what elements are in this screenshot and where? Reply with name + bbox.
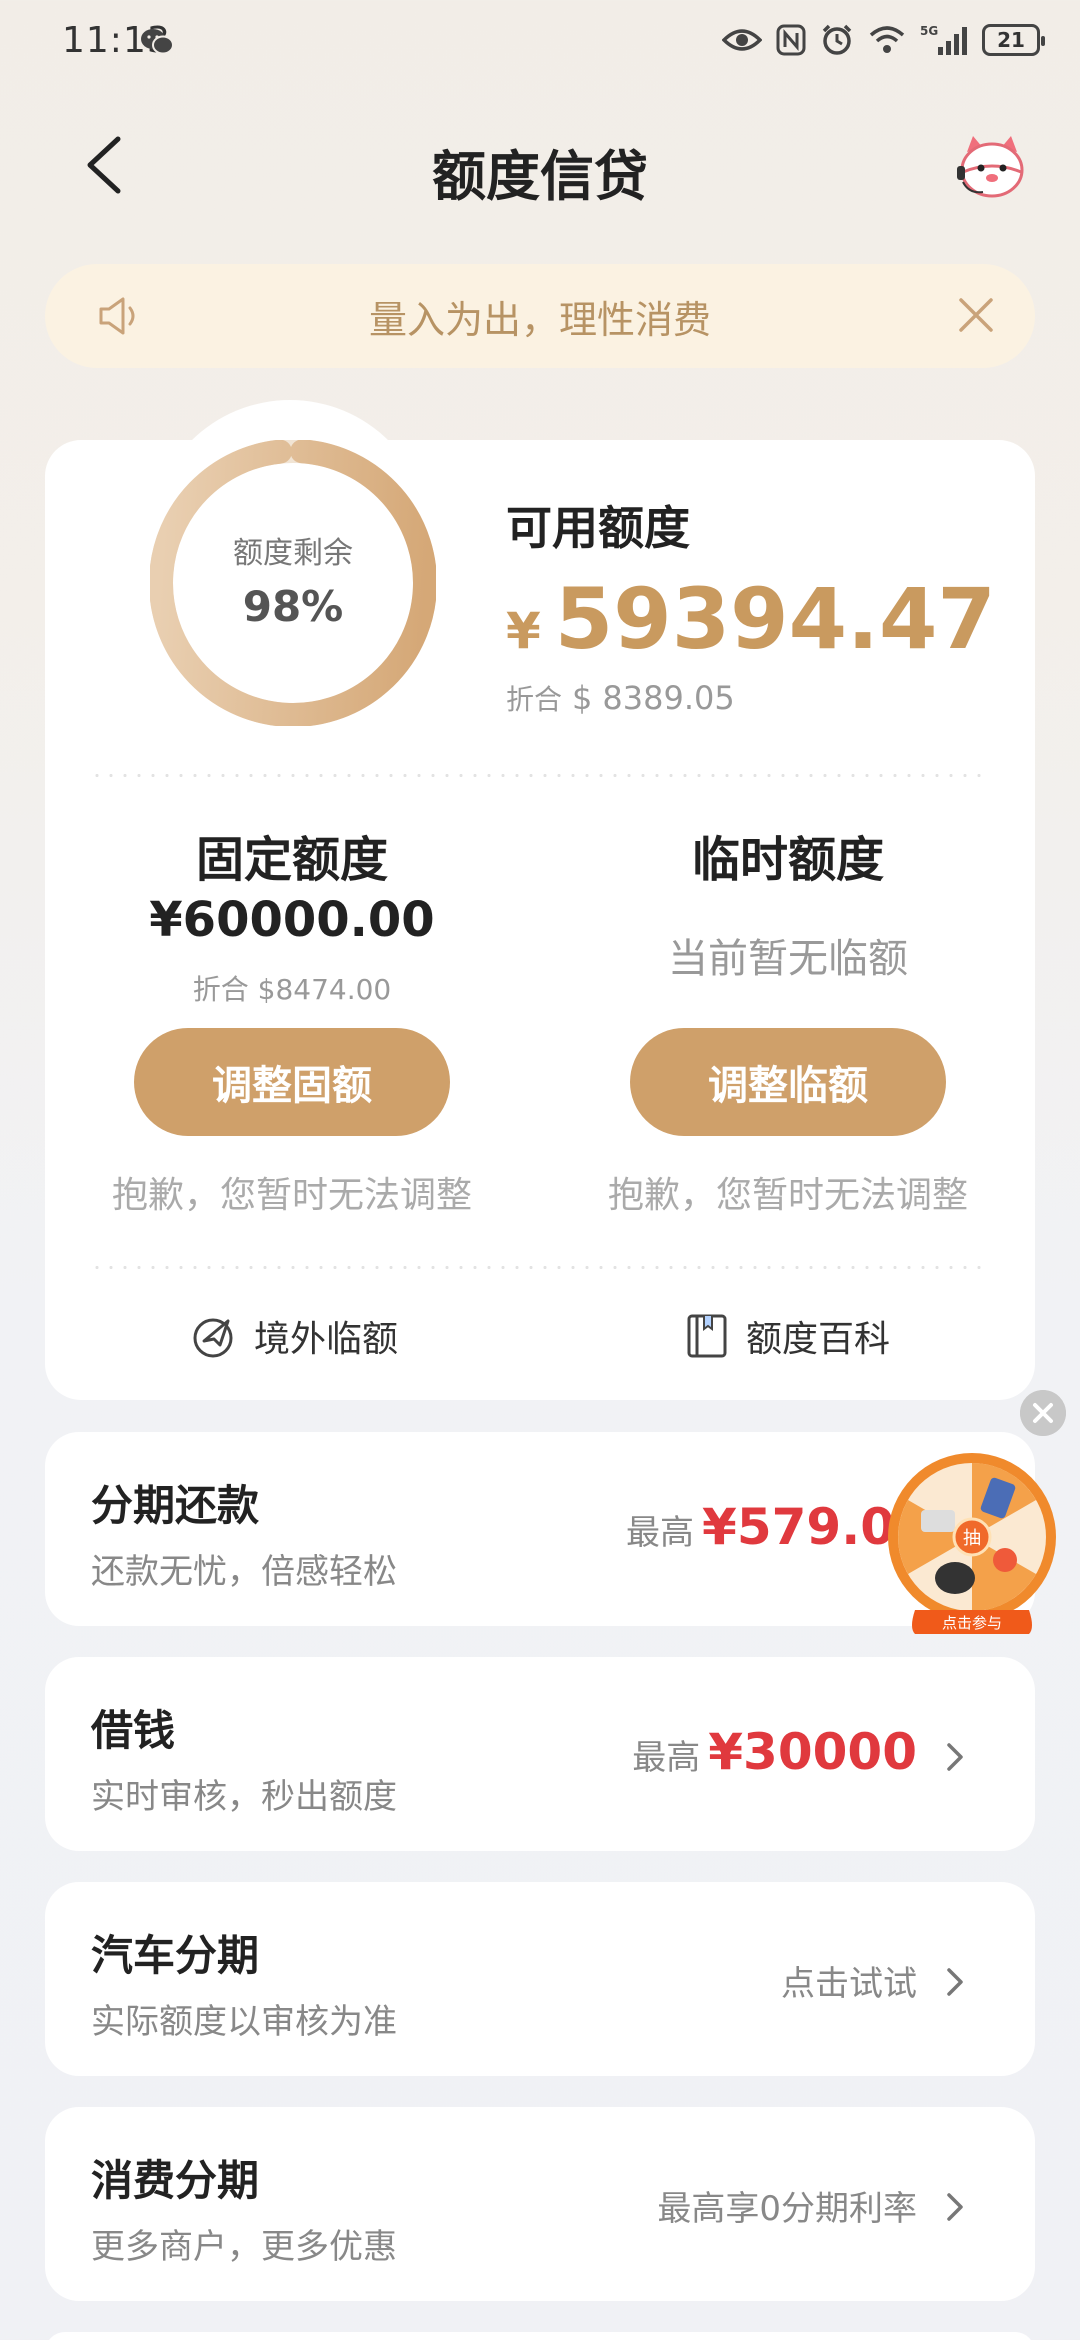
item-value-amount: ¥30000 <box>708 1723 917 1781</box>
wechat-icon <box>141 29 174 55</box>
lottery-wheel-icon[interactable]: 抽 点击参与 <box>885 1450 1060 1640</box>
wheel-caption: 点击参与 <box>942 1614 1002 1632</box>
wifi-icon <box>869 26 905 53</box>
list-item[interactable]: 消费分期 更多商户，更多优惠 最高享0分期利率 <box>45 2107 1035 2301</box>
fixed-adjust-hint: 抱歉，您暂时无法调整 <box>111 1175 472 1216</box>
quota-wiki-label: 额度百科 <box>746 1319 891 1360</box>
eye-icon <box>722 29 762 51</box>
mascot-avatar-icon[interactable] <box>955 132 1029 202</box>
item-value: 最高 ¥30000 <box>632 1723 917 1781</box>
chevron-right-icon <box>947 1743 963 1771</box>
quota-wiki-link[interactable]: 额度百科 <box>686 1310 890 1362</box>
converted-prefix: 折合 <box>506 683 563 716</box>
available-amount-value: 59394.47 <box>554 570 996 668</box>
divider <box>90 774 990 777</box>
book-icon <box>687 1314 727 1358</box>
temp-quota-title: 临时额度 <box>691 832 884 888</box>
item-value-prefix: 最高 <box>626 1513 695 1553</box>
temp-quota-status: 当前暂无临额 <box>668 936 908 982</box>
overseas-quota-label: 境外临额 <box>254 1319 399 1360</box>
divider <box>90 1266 990 1269</box>
list-item[interactable] <box>45 2332 1035 2340</box>
item-subtitle: 实际额度以审核为准 <box>91 2002 397 2042</box>
item-title: 消费分期 <box>91 2156 260 2205</box>
list-item[interactable]: 汽车分期 实际额度以审核为准 点击试试 <box>45 1882 1035 2076</box>
item-title: 汽车分期 <box>91 1931 260 1980</box>
adjust-fixed-button[interactable]: 调整固额 <box>134 1028 450 1136</box>
item-title: 借钱 <box>91 1706 176 1755</box>
chevron-right-icon <box>947 2193 963 2221</box>
temp-adjust-hint: 抱歉，您暂时无法调整 <box>607 1175 968 1216</box>
chevron-right-icon <box>947 1968 963 1996</box>
remaining-percent: 98% <box>242 582 344 631</box>
wheel-center-label: 抽 <box>963 1528 981 1549</box>
converted-amount: 8389.05 <box>602 679 735 717</box>
currency-symbol: ¥ <box>506 602 541 660</box>
svg-text:5G: 5G <box>920 24 938 38</box>
status-bar: 11:13 5G 21 <box>0 0 1080 80</box>
available-amount: ¥ 59394.47 <box>506 570 996 668</box>
item-value-amount: ¥579.0 <box>702 1498 895 1556</box>
alarm-icon <box>822 24 852 55</box>
notice-text: 量入为出，理性消费 <box>368 297 711 342</box>
speaker-icon <box>99 297 135 335</box>
notice-banner: 量入为出，理性消费 <box>45 264 1035 368</box>
item-value: 最高 ¥579.0 <box>626 1498 895 1556</box>
item-value: 点击试试 <box>781 1956 917 2005</box>
close-icon[interactable] <box>1020 1390 1066 1436</box>
plane-icon <box>193 1318 233 1358</box>
fixed-quota-converted: 折合 $8474.00 <box>192 973 392 1006</box>
page-title: 额度信贷 <box>432 145 648 208</box>
fixed-quota-amount: ¥60000.00 <box>149 892 435 948</box>
item-subtitle: 更多商户，更多优惠 <box>91 2227 397 2267</box>
overseas-quota-link[interactable]: 境外临额 <box>190 1310 398 1362</box>
battery-icon: 21 <box>982 24 1045 56</box>
item-title: 分期还款 <box>91 1481 260 1530</box>
item-value-prefix: 最高享0分期利率 <box>657 2189 917 2229</box>
available-converted: 折合 $ 8389.05 <box>506 678 735 718</box>
signal-5g-icon: 5G <box>920 24 967 55</box>
list-item[interactable]: 借钱 实时审核，秒出额度 最高 ¥30000 <box>45 1657 1035 1851</box>
available-label: 可用额度 <box>506 501 690 555</box>
item-subtitle: 还款无忧，倍感轻松 <box>91 1552 397 1592</box>
converted-symbol: $ <box>572 679 593 717</box>
status-icons: 5G 21 <box>722 20 1045 60</box>
item-value-prefix: 点击试试 <box>781 1964 917 2004</box>
close-icon[interactable] <box>955 294 997 336</box>
remaining-label: 额度剩余 <box>233 536 353 571</box>
fixed-quota-title: 固定额度 <box>195 832 388 888</box>
item-value-prefix: 最高 <box>632 1738 701 1778</box>
nfc-icon <box>776 24 806 56</box>
item-subtitle: 实时审核，秒出额度 <box>91 1777 397 1817</box>
item-value: 最高享0分期利率 <box>657 2181 917 2230</box>
adjust-temp-button[interactable]: 调整临额 <box>630 1028 946 1136</box>
